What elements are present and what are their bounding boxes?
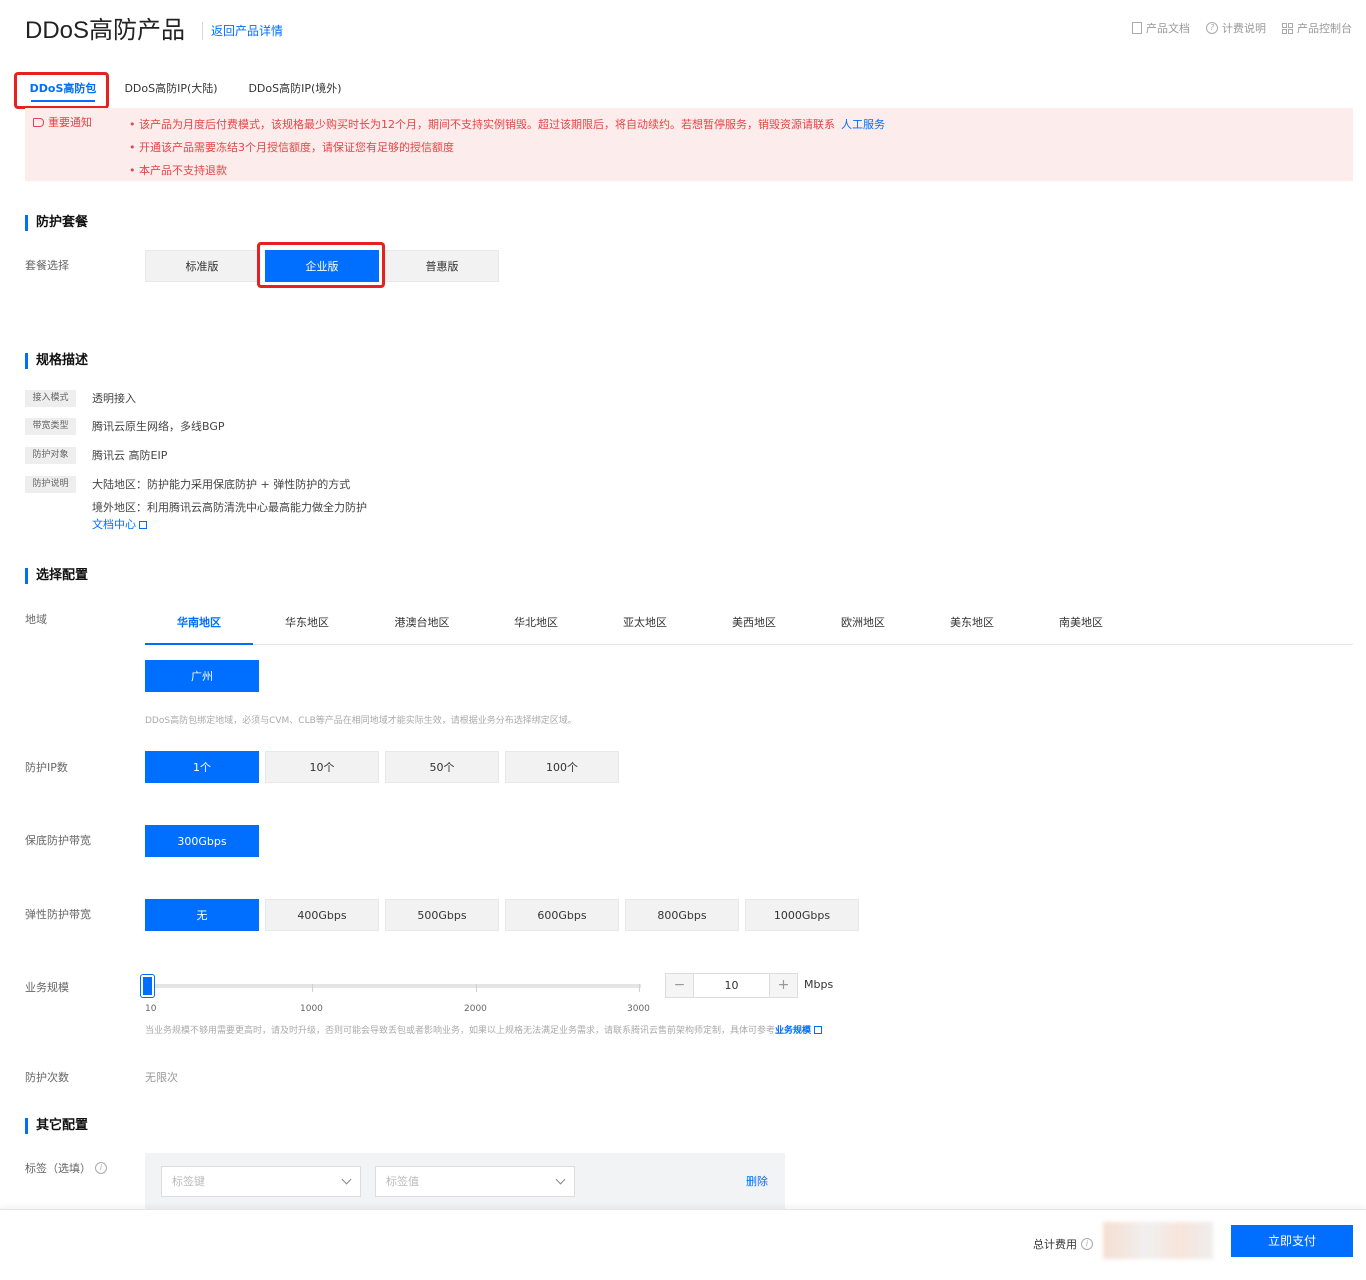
highlight-box-tab bbox=[14, 72, 109, 109]
ip-count-option[interactable]: 100个 bbox=[505, 751, 619, 783]
billing-link[interactable]: ? 计费说明 bbox=[1206, 20, 1266, 36]
elastic-bandwidth-option[interactable]: 无 bbox=[145, 899, 259, 931]
product-tabs: DDoS高防包 DDoS高防IP(大陆) DDoS高防IP(境外) bbox=[25, 72, 1353, 106]
product-doc-link[interactable]: 产品文档 bbox=[1132, 20, 1190, 36]
slider-label: 10 bbox=[145, 1004, 157, 1014]
important-notice: 重要通知 该产品为月度后付费模式，该规格最少购买时长为12个月，期间不支持实例销… bbox=[25, 108, 1353, 181]
ip-count-option[interactable]: 50个 bbox=[385, 751, 499, 783]
notice-item: 开通该产品需要冻结3个月授信额度，请保证您有足够的授信额度 bbox=[129, 136, 885, 159]
region-tab-us-west[interactable]: 美西地区 bbox=[707, 606, 801, 645]
tag-key-select[interactable]: 标签键 bbox=[161, 1166, 361, 1197]
external-link-icon bbox=[139, 521, 147, 529]
scale-value-input[interactable]: 10 bbox=[693, 974, 770, 997]
back-to-product-link[interactable]: 返回产品详情 bbox=[202, 22, 283, 40]
elastic-bandwidth-option[interactable]: 600Gbps bbox=[505, 899, 619, 931]
region-tab-east-china[interactable]: 华东地区 bbox=[260, 606, 354, 645]
pay-now-button[interactable]: 立即支付 bbox=[1231, 1225, 1353, 1257]
spec-row: 接入模式 透明接入 bbox=[25, 390, 136, 407]
package-label: 套餐选择 bbox=[25, 259, 69, 272]
manual-service-link[interactable]: 人工服务 bbox=[841, 118, 885, 131]
region-tabs: 华南地区 华东地区 港澳台地区 华北地区 亚太地区 美西地区 欧洲地区 美东地区… bbox=[145, 606, 1353, 645]
section-title-other: 其它配置 bbox=[25, 1118, 88, 1134]
elastic-bandwidth-option[interactable]: 500Gbps bbox=[385, 899, 499, 931]
spec-row: 防护对象 腾讯云 高防EIP bbox=[25, 447, 167, 464]
region-tab-north-china[interactable]: 华北地区 bbox=[490, 606, 582, 645]
region-tab-us-east[interactable]: 美东地区 bbox=[925, 606, 1019, 645]
section-title-spec: 规格描述 bbox=[25, 353, 88, 369]
elastic-bandwidth-label: 弹性防护带宽 bbox=[25, 908, 91, 921]
slider-label: 3000 bbox=[627, 1004, 650, 1014]
elastic-bandwidth-option[interactable]: 1000Gbps bbox=[745, 899, 859, 931]
city-option-guangzhou[interactable]: 广州 bbox=[145, 660, 259, 692]
spec-row: 防护说明 大陆地区：防护能力采用保底防护 + 弹性防护的方式 境外地区：利用腾讯… bbox=[25, 476, 367, 533]
notice-list: 该产品为月度后付费模式，该规格最少购买时长为12个月，期间不支持实例销毁。超过该… bbox=[129, 113, 885, 182]
tag-label: 标签（选填） i bbox=[25, 1160, 107, 1176]
scale-slider-handle[interactable] bbox=[141, 975, 154, 997]
info-icon[interactable]: i bbox=[1081, 1238, 1093, 1250]
scale-unit: Mbps bbox=[804, 978, 834, 991]
total-cost-label: 总计费用 i bbox=[1033, 1236, 1093, 1252]
package-option-inclusive[interactable]: 普惠版 bbox=[385, 250, 499, 282]
top-links: 产品文档 ? 计费说明 产品控制台 bbox=[1132, 20, 1352, 36]
elastic-bandwidth-option[interactable]: 800Gbps bbox=[625, 899, 739, 931]
decrement-button[interactable]: − bbox=[666, 974, 693, 997]
slider-tick bbox=[476, 984, 477, 992]
slider-label: 1000 bbox=[300, 1004, 323, 1014]
spec-row: 带宽类型 腾讯云原生网络，多线BGP bbox=[25, 418, 225, 435]
delete-tag-button[interactable]: 删除 bbox=[746, 1173, 768, 1189]
package-option-standard[interactable]: 标准版 bbox=[145, 250, 259, 282]
blurred-price bbox=[1103, 1222, 1213, 1259]
business-scale-link[interactable]: 业务规模 bbox=[775, 1026, 811, 1036]
base-bandwidth-option[interactable]: 300Gbps bbox=[145, 825, 259, 857]
region-tab-hk-macao-taiwan[interactable]: 港澳台地区 bbox=[370, 606, 474, 645]
highlight-box-package bbox=[257, 242, 385, 288]
notice-item: 该产品为月度后付费模式，该规格最少购买时长为12个月，期间不支持实例销毁。超过该… bbox=[129, 113, 885, 136]
section-title-config: 选择配置 bbox=[25, 568, 88, 584]
page-title: DDoS高防产品 bbox=[25, 17, 186, 44]
scale-hint: 当业务规模不够用需要更高时，请及时升级，否则可能会导致丢包或者影响业务，如果以上… bbox=[145, 1023, 823, 1036]
speaker-icon bbox=[33, 117, 44, 127]
protection-times-value: 无限次 bbox=[145, 1071, 178, 1084]
chevron-down-icon bbox=[555, 1174, 566, 1185]
section-title-package: 防护套餐 bbox=[25, 215, 88, 231]
console-link[interactable]: 产品控制台 bbox=[1282, 20, 1352, 36]
region-label: 地域 bbox=[25, 613, 47, 626]
ip-count-option[interactable]: 10个 bbox=[265, 751, 379, 783]
doc-center-link[interactable]: 文档中心 bbox=[92, 516, 367, 533]
protection-times-label: 防护次数 bbox=[25, 1071, 69, 1084]
elastic-bandwidth-option[interactable]: 400Gbps bbox=[265, 899, 379, 931]
grid-icon bbox=[1282, 22, 1293, 34]
increment-button[interactable]: + bbox=[770, 974, 797, 997]
region-tab-europe[interactable]: 欧洲地区 bbox=[816, 606, 910, 645]
ip-count-option[interactable]: 1个 bbox=[145, 751, 259, 783]
ip-count-label: 防护IP数 bbox=[25, 761, 68, 774]
region-tab-south-america[interactable]: 南美地区 bbox=[1034, 606, 1128, 645]
chevron-down-icon bbox=[341, 1174, 352, 1185]
external-link-icon bbox=[814, 1026, 823, 1034]
region-tab-asia-pacific[interactable]: 亚太地区 bbox=[598, 606, 692, 645]
document-icon bbox=[1132, 22, 1142, 34]
slider-tick bbox=[312, 984, 313, 992]
base-bandwidth-label: 保底防护带宽 bbox=[25, 834, 91, 847]
scale-slider-track[interactable] bbox=[145, 984, 641, 988]
region-hint: DDoS高防包绑定地域，必须与CVM、CLB等产品在相同地域才能实际生效，请根据… bbox=[145, 716, 577, 726]
notice-item: 本产品不支持退款 bbox=[129, 159, 885, 182]
business-scale-label: 业务规模 bbox=[25, 981, 69, 994]
tag-editor: 标签键 标签值 删除 bbox=[145, 1153, 785, 1209]
slider-label: 2000 bbox=[464, 1004, 487, 1014]
region-tab-south-china[interactable]: 华南地区 bbox=[145, 606, 253, 645]
slider-tick bbox=[639, 984, 640, 992]
question-icon: ? bbox=[1206, 22, 1218, 34]
scale-stepper: − 10 + bbox=[665, 973, 798, 998]
info-icon[interactable]: i bbox=[95, 1162, 107, 1174]
tab-ddos-ip-mainland[interactable]: DDoS高防IP(大陆) bbox=[115, 72, 227, 106]
notice-label: 重要通知 bbox=[33, 114, 92, 130]
tab-ddos-ip-overseas[interactable]: DDoS高防IP(境外) bbox=[240, 72, 350, 106]
tag-value-select[interactable]: 标签值 bbox=[375, 1166, 575, 1197]
